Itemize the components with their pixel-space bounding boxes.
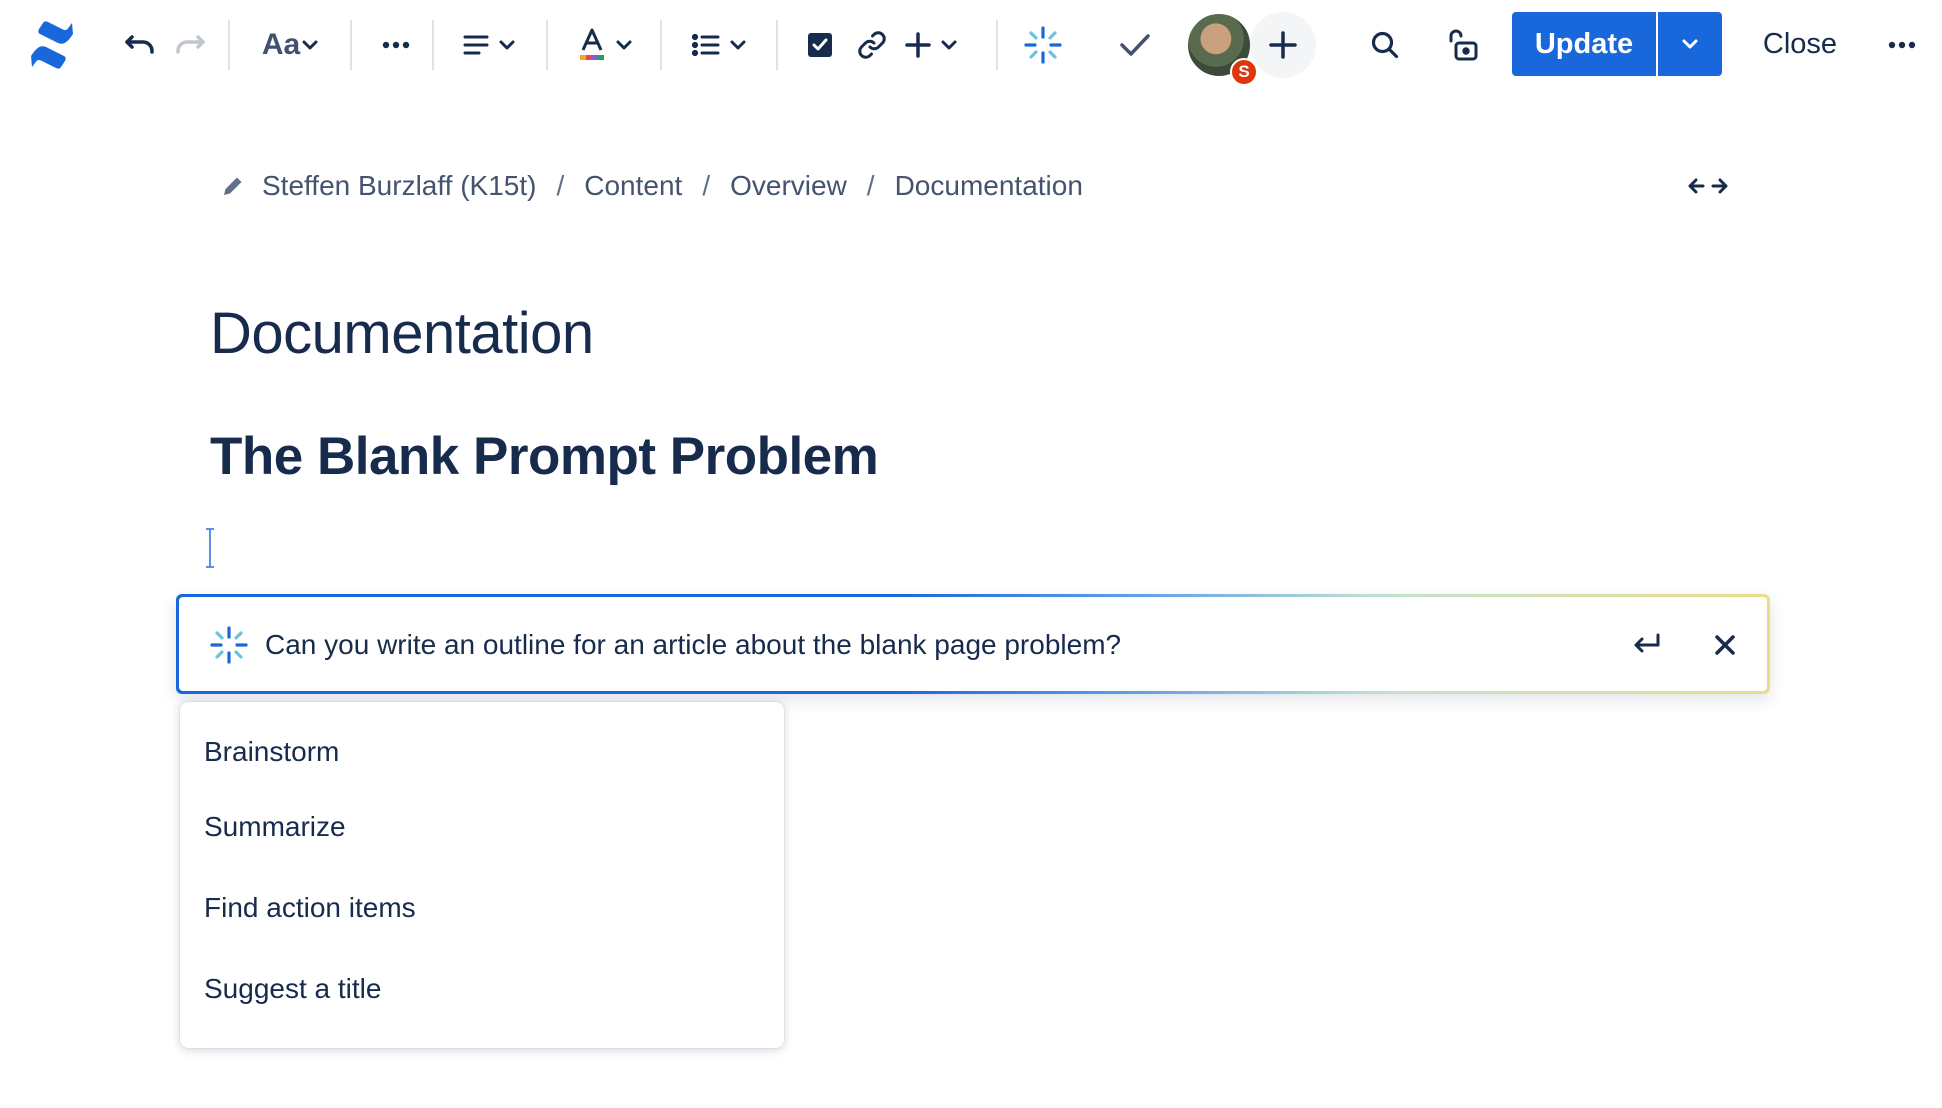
- breadcrumb-item[interactable]: Overview: [730, 170, 847, 202]
- pencil-icon: [220, 173, 246, 199]
- breadcrumb-separator: /: [556, 170, 565, 201]
- redo-icon[interactable]: [168, 10, 212, 80]
- toolbar-divider: [660, 20, 662, 70]
- toolbar-divider: [546, 20, 548, 70]
- insert-dropdown[interactable]: [900, 10, 964, 80]
- suggestion-summarize[interactable]: Summarize: [180, 786, 784, 867]
- atlassian-intelligence-icon: [209, 625, 249, 665]
- collaborator-badge: S: [1230, 58, 1258, 86]
- bullet-list-icon: [692, 33, 720, 57]
- ai-prompt-bar: Can you write an outline for an article …: [176, 594, 1770, 694]
- check-icon[interactable]: [1110, 10, 1160, 80]
- undo-icon[interactable]: [118, 10, 162, 80]
- atlassian-intelligence-icon[interactable]: [1018, 10, 1068, 80]
- text-style-dropdown[interactable]: Aa: [254, 10, 328, 80]
- invite-button[interactable]: [1250, 12, 1316, 78]
- toolbar-divider: [996, 20, 998, 70]
- chevron-down-icon: [499, 40, 515, 50]
- page-heading[interactable]: The Blank Prompt Problem: [210, 426, 879, 487]
- close-button[interactable]: Close: [1746, 12, 1854, 76]
- breadcrumb-item[interactable]: Steffen Burzlaff (K15t): [262, 170, 536, 202]
- chevron-down-icon: [616, 40, 632, 50]
- breadcrumb: Steffen Burzlaff (K15t) / Content / Over…: [220, 164, 1083, 208]
- update-options-button[interactable]: [1658, 12, 1722, 76]
- more-options-icon[interactable]: [1880, 10, 1924, 80]
- page-width-toggle-icon[interactable]: [1686, 166, 1730, 206]
- task-checkbox-icon[interactable]: [802, 10, 838, 80]
- toolbar-divider: [776, 20, 778, 70]
- toolbar-divider: [350, 20, 352, 70]
- text-align-dropdown[interactable]: [458, 10, 522, 80]
- plus-icon: [905, 32, 931, 58]
- ai-suggestions-menu: Brainstorm Summarize Find action items S…: [180, 702, 784, 1048]
- link-icon[interactable]: [852, 10, 892, 80]
- chevron-down-icon: [730, 40, 746, 50]
- search-icon[interactable]: [1360, 10, 1410, 80]
- breadcrumb-item[interactable]: Documentation: [895, 170, 1083, 202]
- suggestion-brainstorm[interactable]: Brainstorm: [180, 724, 784, 786]
- more-formatting-icon[interactable]: [376, 10, 416, 80]
- suggestion-suggest-title[interactable]: Suggest a title: [180, 948, 784, 1029]
- text-color-icon: [580, 28, 604, 60]
- suggestion-find-action-items[interactable]: Find action items: [180, 867, 784, 948]
- breadcrumb-separator: /: [866, 170, 875, 201]
- chevron-down-icon: [1682, 39, 1698, 49]
- chevron-down-icon: [302, 40, 318, 50]
- plus-icon: [1269, 31, 1297, 59]
- toolbar-divider: [228, 20, 230, 70]
- unlock-icon[interactable]: [1434, 10, 1494, 80]
- editor-toolbar: Aa S Update Close: [0, 0, 1942, 90]
- list-dropdown[interactable]: [688, 10, 752, 80]
- page-title[interactable]: Documentation: [210, 300, 594, 367]
- ai-prompt-input[interactable]: Can you write an outline for an article …: [179, 597, 1767, 691]
- chevron-down-icon: [941, 40, 957, 50]
- text-color-dropdown[interactable]: [574, 10, 638, 80]
- text-cursor: [206, 528, 214, 568]
- toolbar-divider: [432, 20, 434, 70]
- breadcrumb-item[interactable]: Content: [584, 170, 682, 202]
- collaborator-avatar[interactable]: S: [1186, 12, 1258, 86]
- update-button[interactable]: Update: [1512, 12, 1656, 76]
- close-icon[interactable]: [1705, 625, 1745, 665]
- breadcrumb-separator: /: [702, 170, 711, 201]
- ai-prompt-text[interactable]: Can you write an outline for an article …: [265, 625, 1121, 665]
- text-style-label: Aa: [261, 28, 301, 61]
- submit-enter-icon[interactable]: [1627, 625, 1667, 665]
- confluence-logo-icon[interactable]: [22, 10, 82, 80]
- text-align-icon: [463, 35, 489, 55]
